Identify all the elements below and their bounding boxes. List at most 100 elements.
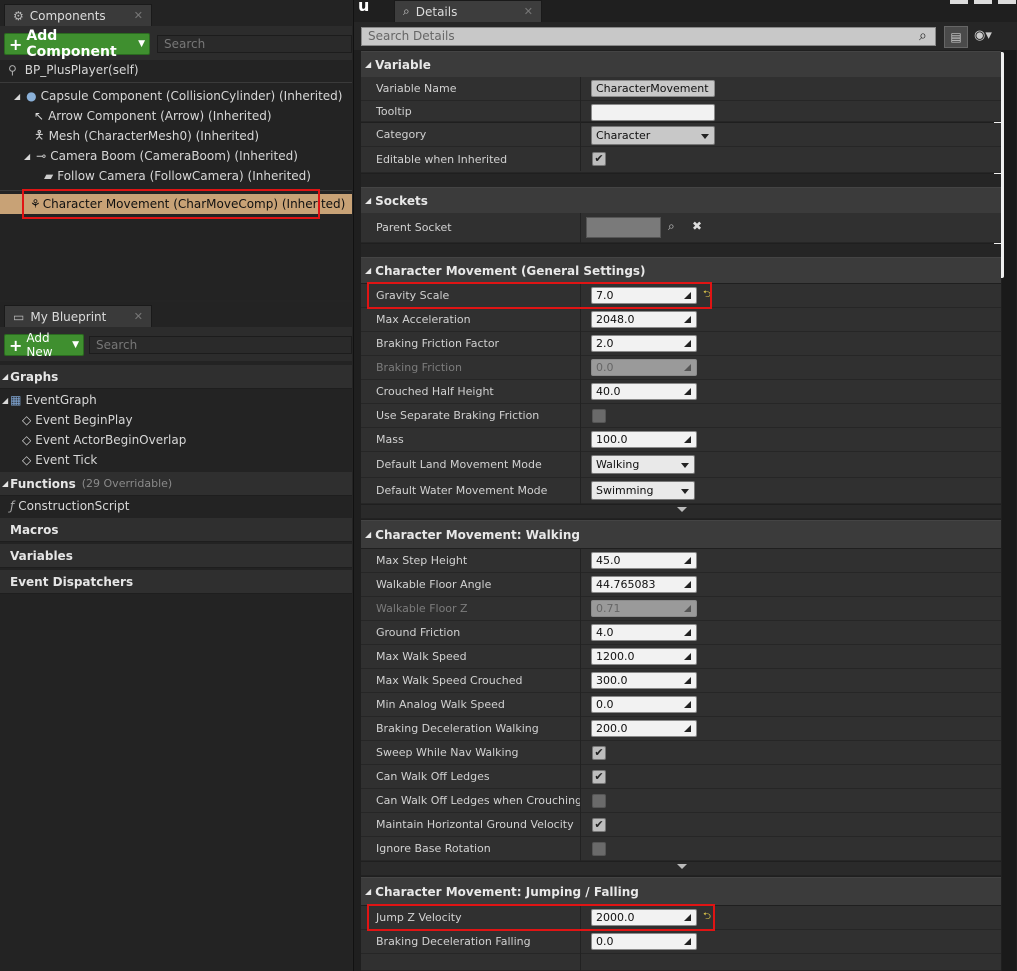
property-row: Walkable Floor Angle 44.765083 [361,573,1001,597]
reset-to-default-icon[interactable]: ⮌ [703,290,712,300]
walk-off-ledges-crouching-checkbox[interactable] [592,794,606,808]
braking-deceleration-walking-field[interactable]: 200.0 [591,720,697,737]
variable-name-label: Variable Name [376,82,457,95]
property-label: Default Water Movement Mode [376,484,548,497]
variable-section-title: Variable [375,57,431,72]
collapse-arrow-icon: ◢ [365,196,372,205]
land-movement-mode-dropdown[interactable]: Walking [591,455,695,474]
property-label: Walkable Floor Z [376,602,468,615]
general-settings-section[interactable]: ◢ Character Movement (General Settings) [361,257,1001,283]
max-acceleration-field[interactable]: 2048.0 [591,311,697,328]
variables-category[interactable]: Variables [0,544,352,568]
property-row: Can Walk Off Ledges ✔ [361,765,1001,789]
close-icon[interactable]: ✕ [134,9,143,22]
tree-item-label: Camera Boom (CameraBoom) (Inherited) [50,149,298,163]
jump-z-velocity-field[interactable]: 2000.0 [591,909,697,926]
jumping-falling-section[interactable]: ◢ Character Movement: Jumping / Falling [361,877,1001,905]
close-icon[interactable]: ✕ [524,5,533,18]
drag-arrow-icon [684,436,691,443]
add-new-button[interactable]: + Add New ▼ [4,331,84,359]
tooltip-row: Tooltip [361,101,1001,125]
reset-to-default-icon[interactable]: ⮌ [703,912,712,922]
eye-icon[interactable]: ◉▾ [974,28,992,43]
tree-item-character-movement[interactable]: ⚘ Character Movement (CharMoveComp) (Inh… [30,194,345,214]
tree-item-label: Mesh (CharacterMesh0) (Inherited) [48,129,260,143]
tree-item-follow-camera[interactable]: ▰ Follow Camera (FollowCamera) (Inherite… [44,166,311,186]
construction-script-label: ConstructionScript [18,499,130,513]
close-icon[interactable]: ✕ [134,310,143,323]
event-dispatchers-category[interactable]: Event Dispatchers [0,570,352,594]
parent-socket-row: Parent Socket ⌕ ✖ [361,213,1001,243]
walking-section-title: Character Movement: Walking [375,527,580,542]
parent-socket-field[interactable] [586,217,661,238]
property-row: Jump Z Velocity 2000.0 ⮌ [361,906,1001,930]
tab-details[interactable]: ⌕ Details ✕ [394,0,542,22]
grid-view-icon[interactable]: ▤ [944,26,968,48]
crouched-half-height-field[interactable]: 40.0 [591,383,697,400]
max-walk-speed-crouched-field[interactable]: 300.0 [591,672,697,689]
maximize-icon[interactable] [974,0,992,4]
property-label: Crouched Half Height [376,385,494,398]
tooltip-field[interactable] [591,104,715,121]
event-item[interactable]: ◇ Event ActorBeginOverlap [22,430,186,450]
tooltip-label: Tooltip [376,105,412,118]
property-value: 1200.0 [596,650,635,663]
braking-friction-factor-field[interactable]: 2.0 [591,335,697,352]
max-step-height-field[interactable]: 45.0 [591,552,697,569]
clear-icon[interactable]: ✖ [692,219,702,233]
tab-components[interactable]: ⚙ Components ✕ [4,4,152,26]
drag-arrow-icon [684,388,691,395]
event-item[interactable]: ◇ Event Tick [22,450,97,470]
sweep-while-nav-walking-checkbox[interactable]: ✔ [592,746,606,760]
advanced-expander[interactable] [361,862,1001,876]
ground-friction-field[interactable]: 4.0 [591,624,697,641]
tree-item-arrow[interactable]: ↖ Arrow Component (Arrow) (Inherited) [34,106,272,126]
details-search-input[interactable]: Search Details [361,27,936,46]
mass-field[interactable]: 100.0 [591,431,697,448]
search-magnifier-icon: ⌕ [919,28,927,44]
tree-item-capsule[interactable]: ◢ ● Capsule Component (CollisionCylinder… [14,86,342,106]
self-item[interactable]: ⚲ BP_PlusPlayer(self) [8,60,139,80]
macros-category[interactable]: Macros [0,518,352,542]
ignore-base-rotation-checkbox[interactable] [592,842,606,856]
property-label: Max Walk Speed Crouched [376,674,523,687]
variable-section[interactable]: ◢ Variable [361,51,1001,77]
graph-icon: ▦ [10,393,22,407]
graphs-category[interactable]: ◢ Graphs [0,365,352,389]
components-search-input[interactable]: Search [157,35,352,53]
property-value: 0.71 [596,602,621,615]
horizontal-ground-velocity-checkbox[interactable]: ✔ [592,818,606,832]
blueprint-search-input[interactable]: Search [89,336,352,354]
browse-icon[interactable]: ⌕ [668,219,675,234]
walking-section[interactable]: ◢ Character Movement: Walking [361,520,1001,548]
drag-arrow-icon [684,725,691,732]
category-dropdown[interactable]: Character [591,126,715,145]
braking-deceleration-falling-field[interactable]: 0.0 [591,933,697,950]
functions-category[interactable]: ◢ Functions (29 Overridable) [0,472,352,496]
event-item[interactable]: ◇ Event BeginPlay [22,410,133,430]
walkable-floor-angle-field[interactable]: 44.765083 [591,576,697,593]
sockets-section[interactable]: ◢ Sockets [361,187,1001,213]
can-walk-off-ledges-checkbox[interactable]: ✔ [592,770,606,784]
event-graph-item[interactable]: ◢ ▦ EventGraph [2,390,97,410]
editable-inherited-checkbox[interactable]: ✔ [592,152,606,166]
minimize-icon[interactable] [950,0,968,4]
min-analog-walk-speed-field[interactable]: 0.0 [591,696,697,713]
functions-count: (29 Overridable) [81,477,173,490]
tree-item-mesh[interactable]: 🯅 Mesh (CharacterMesh0) (Inherited) [34,126,259,146]
water-movement-mode-dropdown[interactable]: Swimming [591,481,695,500]
construction-script-item[interactable]: ƒ ConstructionScript [10,496,129,516]
add-component-button[interactable]: + Add Component ▼ [4,28,150,60]
tab-my-blueprint[interactable]: ▭ My Blueprint ✕ [4,305,152,327]
variable-name-field[interactable]: CharacterMovement [591,80,715,97]
tree-item-label: Follow Camera (FollowCamera) (Inherited) [57,169,311,183]
tree-item-camera-boom[interactable]: ◢ ⊸ Camera Boom (CameraBoom) (Inherited) [24,146,298,166]
separate-braking-friction-checkbox[interactable] [592,409,606,423]
close-window-icon[interactable] [998,0,1016,4]
expand-arrow-icon: ◢ [14,91,21,101]
jumping-section-title: Character Movement: Jumping / Falling [375,884,639,899]
gravity-scale-field[interactable]: 7.0 [591,287,697,304]
advanced-expander[interactable] [361,505,1001,519]
max-walk-speed-field[interactable]: 1200.0 [591,648,697,665]
drag-arrow-icon [684,653,691,660]
